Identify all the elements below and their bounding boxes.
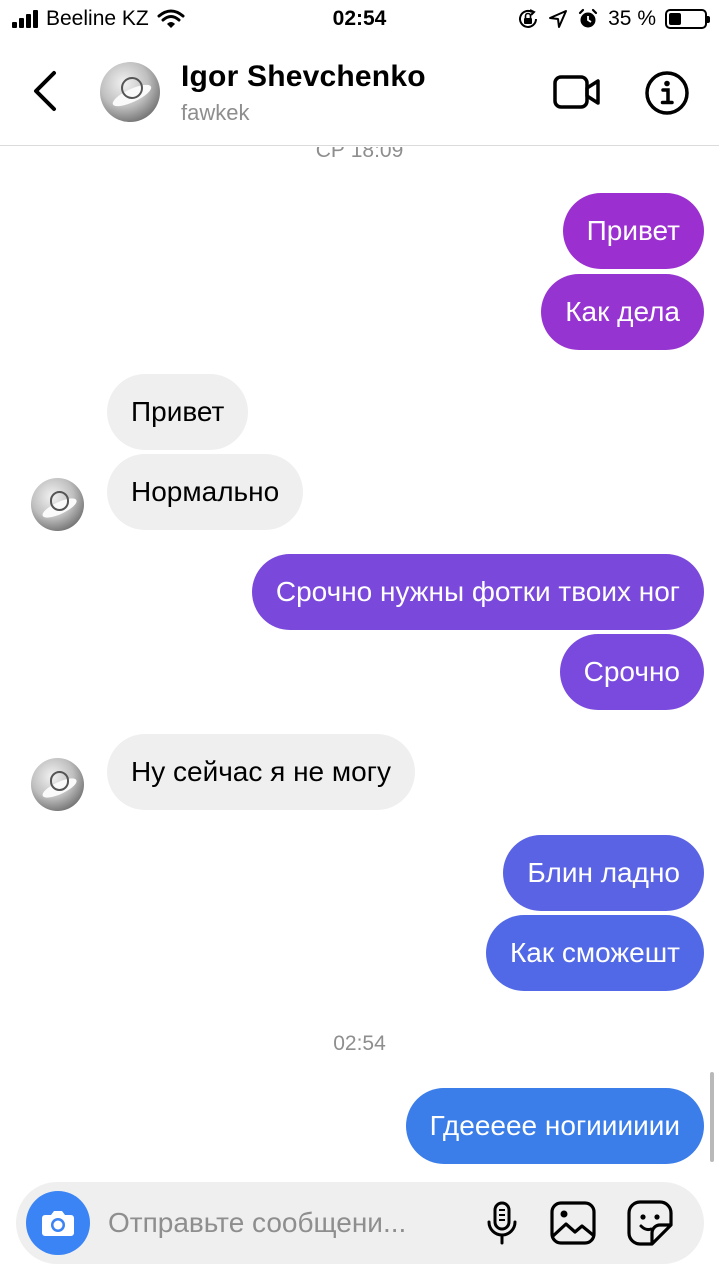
info-icon[interactable] [644, 70, 690, 116]
microphone-icon[interactable] [482, 1200, 522, 1246]
message-bubble-outgoing[interactable]: Привет [562, 193, 704, 269]
camera-button[interactable] [26, 1191, 90, 1255]
message-bubble-incoming[interactable]: Нормально [107, 454, 304, 530]
status-bar: Beeline KZ 02:54 35 % [0, 0, 719, 40]
message-bubble-incoming[interactable]: Привет [107, 374, 249, 450]
gallery-icon[interactable] [549, 1200, 597, 1246]
orientation-lock-icon [519, 9, 538, 28]
message-composer [16, 1182, 704, 1264]
back-chevron-icon[interactable] [28, 68, 64, 114]
message-bubble-outgoing[interactable]: Срочно [559, 634, 704, 710]
scrollbar[interactable] [710, 1072, 714, 1162]
video-camera-icon[interactable] [552, 72, 602, 112]
avatar[interactable] [100, 62, 160, 122]
message-bubble-outgoing[interactable]: Как сможешт [485, 915, 704, 991]
message-list[interactable]: СР 18:09 Привет Как дела Привет Нормальн… [0, 147, 719, 1177]
message-bubble-outgoing[interactable]: Срочно нужны фотки твоих ног [251, 554, 704, 630]
location-icon [549, 10, 568, 28]
timestamp: СР 18:09 [315, 147, 404, 162]
status-right: 35 % [517, 7, 710, 31]
message-input[interactable] [108, 1182, 468, 1264]
message-bubble-outgoing[interactable]: Блин ладно [503, 835, 704, 911]
sticker-icon[interactable] [626, 1199, 674, 1247]
camera-icon [42, 1211, 74, 1236]
message-bubble-outgoing[interactable]: Как дела [541, 274, 704, 350]
alarm-icon [579, 8, 598, 28]
timestamp: 02:54 [333, 1032, 386, 1055]
message-bubble-outgoing[interactable]: Гдеееее ногииииии [405, 1088, 704, 1164]
avatar[interactable] [31, 478, 84, 531]
battery-level-fill [669, 13, 681, 25]
battery-icon [665, 9, 710, 29]
contact-name[interactable]: Igor Shevchenko [181, 60, 426, 94]
contact-username[interactable]: fawkek [181, 100, 249, 126]
chat-header: Igor Shevchenko fawkek [0, 40, 719, 146]
avatar[interactable] [31, 758, 84, 811]
battery-percent: 35 % [608, 7, 656, 30]
message-bubble-incoming[interactable]: Ну сейчас я не могу [107, 734, 415, 810]
